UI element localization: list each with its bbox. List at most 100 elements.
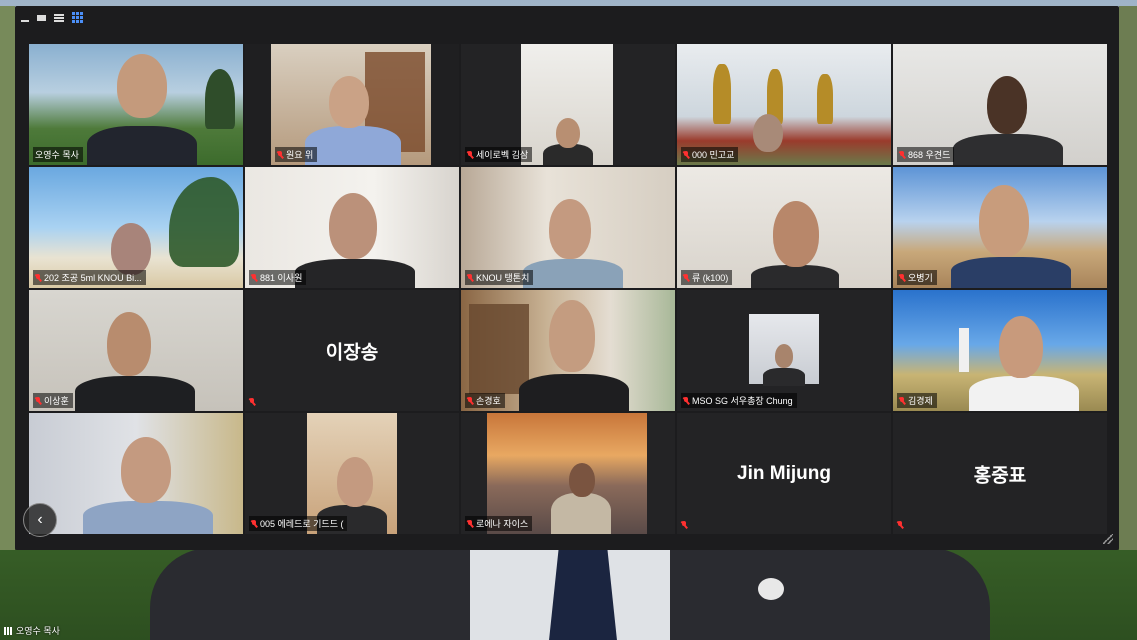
view-controls <box>21 12 83 23</box>
video-tile-13[interactable]: MSO SG 서우총장 Chung <box>677 290 891 411</box>
tile-3-statue-3 <box>817 74 833 124</box>
tile-1-frame-right <box>431 44 459 165</box>
tile-16-head <box>337 457 373 507</box>
tile-label: 881 이사원 <box>249 270 307 285</box>
muted-mic-icon <box>249 398 255 406</box>
tile-label: 오병기 <box>897 270 937 285</box>
resize-grip-icon[interactable] <box>1103 534 1113 544</box>
chevron-left-icon: ‹ <box>37 511 43 528</box>
video-tile-9[interactable]: 오병기 <box>893 167 1107 288</box>
tile-label: MSO SG 서우총장 Chung <box>681 393 797 408</box>
tile-5-head <box>111 223 151 275</box>
speaker-name-label: 오영수 목사 <box>4 624 60 637</box>
tile-10-body <box>75 376 195 411</box>
background-edge-right <box>1119 6 1137 550</box>
muted-mic-icon <box>683 397 689 405</box>
video-tile-7[interactable]: KNOU 탱톤치 <box>461 167 675 288</box>
tile-label: 세이로벡 김삼 <box>465 147 533 162</box>
video-tile-5[interactable]: 202 조공 5ml KNOU Bi... <box>29 167 243 288</box>
tile-8-head <box>773 201 819 267</box>
tile-1-head <box>329 76 369 128</box>
muted-mic-icon <box>899 151 905 159</box>
muted-mic-icon <box>467 520 473 528</box>
video-tile-8[interactable]: 류 (k100) <box>677 167 891 288</box>
tile-15-head <box>121 437 171 503</box>
video-tile-19[interactable]: 홍중표 <box>893 413 1107 534</box>
tile-label: 202 조공 5ml KNOU Bi... <box>33 270 146 285</box>
tile-0-body <box>87 126 197 165</box>
video-tile-2[interactable]: 세이로벡 김삼 <box>461 44 675 165</box>
tile-label: 김경제 <box>897 393 937 408</box>
strip-view-icon[interactable] <box>54 13 64 22</box>
tile-6-head <box>329 193 377 259</box>
tile-10-head <box>107 312 151 376</box>
tile-1-body <box>305 126 401 165</box>
tile-4-head <box>987 76 1027 134</box>
video-tile-16[interactable]: 005 에레드로 기드드 ( <box>245 413 459 534</box>
muted-mic-icon <box>681 521 687 529</box>
background-edge-left <box>0 6 15 550</box>
tile-1-frame-left <box>245 44 271 165</box>
tile-7-head <box>549 199 591 259</box>
tile-label: 로에나 자이스 <box>465 516 533 531</box>
tile-7-body <box>523 259 623 288</box>
video-tile-15[interactable] <box>29 413 243 534</box>
video-tile-6[interactable]: 881 이사원 <box>245 167 459 288</box>
tile-9-body <box>951 257 1071 288</box>
muted-mic-icon <box>35 397 41 405</box>
tile-label: 손경호 <box>465 393 505 408</box>
muted-mic-icon <box>899 274 905 282</box>
tile-label: 오영수 목사 <box>33 147 83 162</box>
tile-13-body <box>763 368 805 386</box>
speaker-view-icon[interactable] <box>37 14 46 21</box>
tile-14-body <box>969 376 1079 411</box>
tile-4-body <box>953 134 1063 165</box>
video-tile-18[interactable]: Jin Mijung <box>677 413 891 534</box>
minimize-icon[interactable] <box>21 19 29 22</box>
tile-label: 005 에레드로 기드드 ( <box>249 516 348 531</box>
signal-icon <box>4 627 13 635</box>
tile-3-head <box>753 114 783 152</box>
tile-15-body <box>83 501 213 534</box>
tile-0-head <box>117 54 167 118</box>
tile-3-statue-1 <box>713 64 731 124</box>
tile-14-lighthouse <box>959 328 969 372</box>
participant-name: 홍중표 <box>973 465 1027 486</box>
gallery-window: 오영수 목사 원요 위 세이로벡 김삼 000 민고교 868 우견드 202 … <box>15 6 1119 550</box>
tile-9-head <box>979 185 1029 257</box>
video-tile-12[interactable]: 손경호 <box>461 290 675 411</box>
tile-17-head <box>569 463 595 497</box>
tile-0-palm <box>205 69 235 129</box>
tile-12-head <box>549 300 595 372</box>
video-tile-14[interactable]: 김경제 <box>893 290 1107 411</box>
video-tile-3[interactable]: 000 민고교 <box>677 44 891 165</box>
muted-mic-icon <box>467 151 473 159</box>
tile-17-body <box>551 493 611 534</box>
participant-name: Jin Mijung <box>737 462 831 484</box>
tile-label: 868 우견드 <box>897 147 955 162</box>
tile-2-head <box>556 118 580 148</box>
video-tile-4[interactable]: 868 우견드 <box>893 44 1107 165</box>
muted-mic-icon <box>251 520 257 528</box>
video-tile-1[interactable]: 원요 위 <box>245 44 459 165</box>
muted-mic-icon <box>899 397 905 405</box>
video-tile-10[interactable]: 이상훈 <box>29 290 243 411</box>
video-tile-17[interactable]: 로에나 자이스 <box>461 413 675 534</box>
tile-13-head <box>775 344 793 368</box>
participant-name: 이장송 <box>325 342 379 363</box>
muted-mic-icon <box>683 274 689 282</box>
tile-label: 원요 위 <box>275 147 318 162</box>
speaker-tie <box>548 550 618 640</box>
muted-mic-icon <box>251 274 257 282</box>
gallery-grid-icon[interactable] <box>72 12 83 23</box>
muted-mic-icon <box>35 274 41 282</box>
muted-mic-icon <box>467 397 473 405</box>
video-tile-11[interactable]: 이장송 <box>245 290 459 411</box>
tile-6-body <box>295 259 415 288</box>
tile-label: 000 민고교 <box>681 147 739 162</box>
previous-page-button[interactable]: ‹ <box>23 503 57 537</box>
muted-mic-icon <box>467 274 473 282</box>
tile-label: 이상훈 <box>33 393 73 408</box>
video-tile-0[interactable]: 오영수 목사 <box>29 44 243 165</box>
tile-label: KNOU 탱톤치 <box>465 270 534 285</box>
